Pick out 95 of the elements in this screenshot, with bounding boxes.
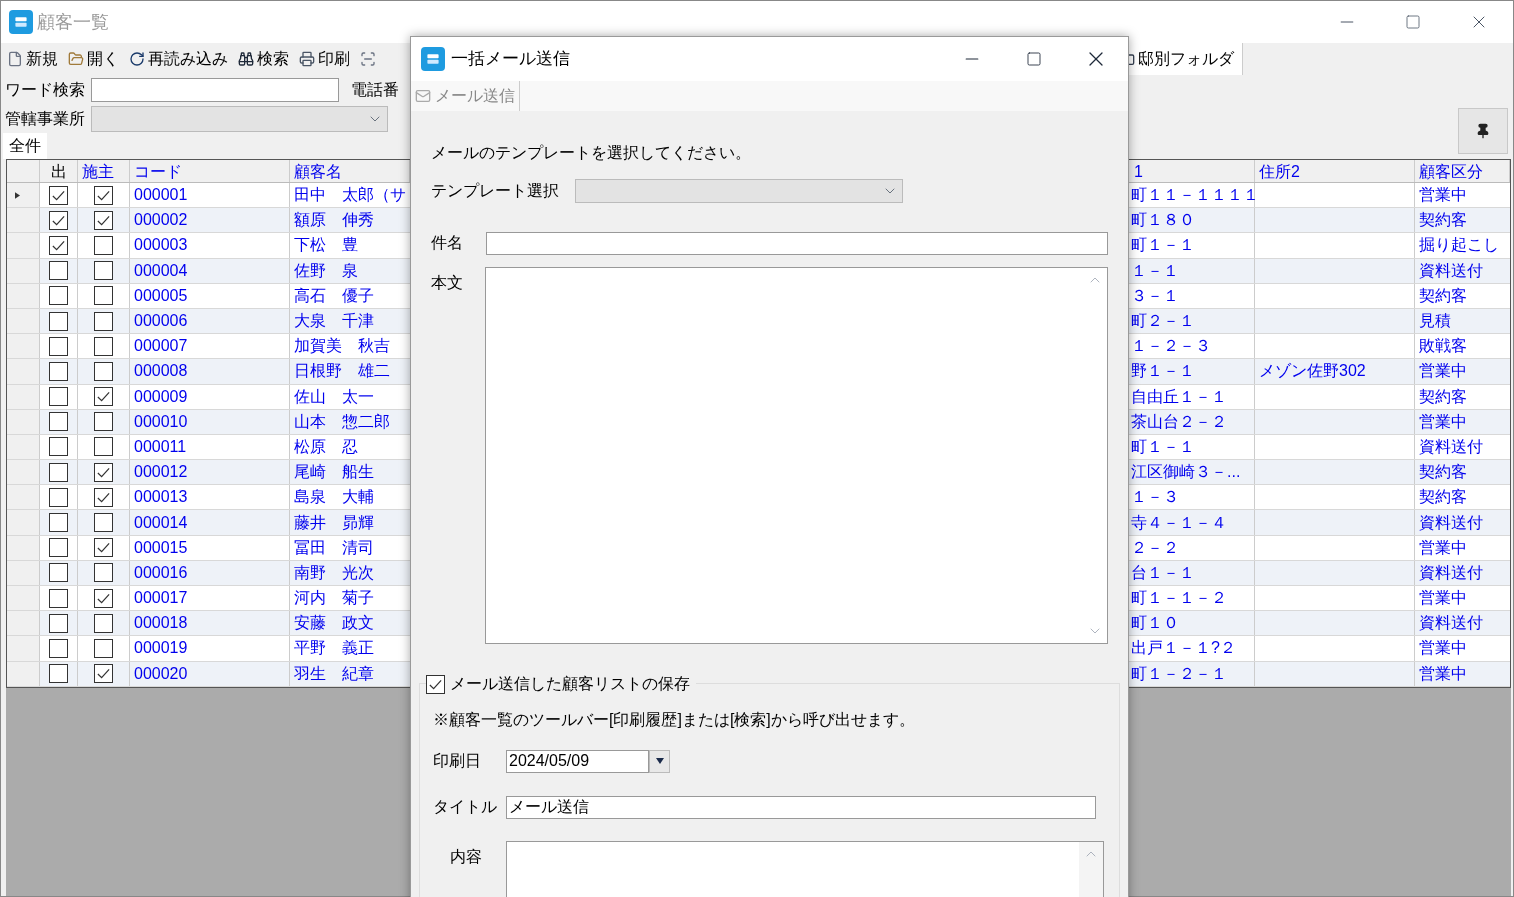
table-cell-text: 町１－２－１ [1131, 663, 1227, 684]
table-cell-text: 平野 義正 [294, 638, 374, 659]
table-cell-text: 加賀美 秋吉 [294, 336, 390, 357]
table-cell-text: 000008 [134, 361, 188, 382]
table-cell-text: 日根野 雄二 [294, 361, 390, 382]
table-cell-text: 000019 [134, 638, 188, 659]
table-cell-text: 契約客 [1419, 487, 1467, 508]
table-cell-text: 江区御崎３－... [1131, 462, 1241, 483]
field-label: 印刷日 [433, 751, 482, 771]
table-cell-text: 台１－１ [1131, 562, 1195, 583]
field-label: タイトル [433, 797, 498, 817]
table-cell-text: 掘り起こし [1419, 235, 1499, 256]
table-cell-text: 000010 [134, 411, 188, 432]
table-cell-text: 安藤 政文 [294, 613, 374, 634]
table-cell-text: 資料送付 [1419, 436, 1483, 457]
table-cell-text: １－１ [1131, 260, 1179, 281]
table-cell-text: 高石 優子 [294, 285, 374, 306]
table-cell-text: 茶山台２－２ [1131, 411, 1227, 432]
table-cell-text: 営業中 [1419, 411, 1467, 432]
table-cell-text: ２－２ [1131, 537, 1179, 558]
table-cell-text: 下松 豊 [294, 235, 358, 256]
field-label: 管轄事業所 [5, 108, 85, 129]
table-cell-text: 島泉 大輔 [294, 487, 374, 508]
table-cell-text: 契約客 [1419, 462, 1467, 483]
table-cell-text: 000003 [134, 235, 188, 256]
table-cell-text: 町１８０ [1131, 210, 1195, 231]
table-cell-text: １－２－３ [1131, 336, 1211, 357]
table-cell-text: 000015 [134, 537, 188, 558]
table-cell-text: 河内 菊子 [294, 588, 374, 609]
table-cell-text: 冨田 清司 [294, 537, 374, 558]
table-cell-text: 資料送付 [1419, 613, 1483, 634]
table-cell-text: 田中 太郎（サ [294, 185, 406, 206]
checkbox-label: メール送信した顧客リストの保存 [450, 674, 690, 694]
table-cell-text: 敗戦客 [1419, 336, 1467, 357]
field-label: テンプレート選択 [431, 181, 560, 201]
table-cell-text: 町１－１ [1131, 235, 1195, 256]
field-label: 電話番 [351, 79, 399, 100]
table-cell-text: 町１－１ [1131, 436, 1195, 457]
table-cell-text: 000007 [134, 336, 188, 357]
table-cell-text: 見積 [1419, 311, 1451, 332]
table-cell-text: 000020 [134, 663, 188, 684]
table-cell-text: 000004 [134, 260, 188, 281]
table-cell-text: 出戸１－１?２ [1131, 638, 1236, 659]
window-title: 顧客一覧 [37, 10, 109, 34]
note-text: ※顧客一覧のツールバー[印刷履歴]または[検索]から呼び出せます。 [433, 710, 916, 730]
table-cell-text: 寺４－１－４ [1131, 512, 1227, 533]
table-cell-text: 羽生 紀章 [294, 663, 374, 684]
dialog-title: 一括メール送信 [451, 48, 570, 71]
table-cell-text: 佐野 泉 [294, 260, 358, 281]
table-cell-text: 町１－１－２ [1131, 588, 1227, 609]
table-cell-text: 000014 [134, 512, 188, 533]
table-cell-text: 資料送付 [1419, 260, 1483, 281]
table-cell-text: 営業中 [1419, 588, 1467, 609]
table-cell-text: 営業中 [1419, 185, 1467, 206]
table-cell-text: 南野 光次 [294, 562, 374, 583]
table-cell-text: 000013 [134, 487, 188, 508]
table-cell-text: 町１０ [1131, 613, 1179, 634]
table-cell-text: 資料送付 [1419, 562, 1483, 583]
table-cell-text: 大泉 千津 [294, 311, 374, 332]
table-cell-text: メゾン佐野302 [1259, 361, 1366, 382]
table-cell-text: 000011 [134, 436, 187, 457]
table-cell-text: 藤井 昴輝 [294, 512, 374, 533]
table-cell-text: 000018 [134, 613, 188, 634]
field-label: 件名 [431, 233, 464, 253]
table-cell-text: 町１１－１１１１ [1131, 185, 1259, 206]
table-cell-text: 000016 [134, 562, 188, 583]
instruction-text: メールのテンプレートを選択してください。 [431, 143, 752, 163]
table-cell-text: ３－１ [1131, 285, 1179, 306]
table-cell-text: 000005 [134, 285, 188, 306]
table-cell-text: 契約客 [1419, 386, 1467, 407]
table-cell-text: 営業中 [1419, 361, 1467, 382]
table-cell-text: 000001 [134, 185, 188, 206]
table-cell-text: 自由丘１－１ [1131, 386, 1227, 407]
table-cell-text: 000002 [134, 210, 188, 231]
field-label: 本文 [431, 273, 464, 293]
table-cell-text: 佐山 太一 [294, 386, 374, 407]
table-cell-text: 額原 伸秀 [294, 210, 374, 231]
table-cell-text: 000006 [134, 311, 188, 332]
table-cell-text: 契約客 [1419, 210, 1467, 231]
table-cell-text: 松原 忍 [294, 436, 358, 457]
table-cell-text: 契約客 [1419, 285, 1467, 306]
table-cell-text: 000012 [134, 462, 188, 483]
field-label: ワード検索 [5, 79, 85, 100]
table-cell-text: 山本 惣二郎 [294, 411, 390, 432]
table-cell-text: 尾崎 船生 [294, 462, 374, 483]
table-cell-text: １－３ [1131, 487, 1179, 508]
table-cell-text: 野１－１ [1131, 361, 1195, 382]
table-cell-text: 営業中 [1419, 638, 1467, 659]
field-label: 内容 [449, 847, 483, 867]
table-cell-text: 000017 [134, 588, 188, 609]
table-cell-text: 営業中 [1419, 663, 1467, 684]
table-cell-text: 町２－１ [1131, 311, 1195, 332]
table-cell-text: 000009 [134, 386, 188, 407]
table-cell-text: 資料送付 [1419, 512, 1483, 533]
table-cell-text: 営業中 [1419, 537, 1467, 558]
